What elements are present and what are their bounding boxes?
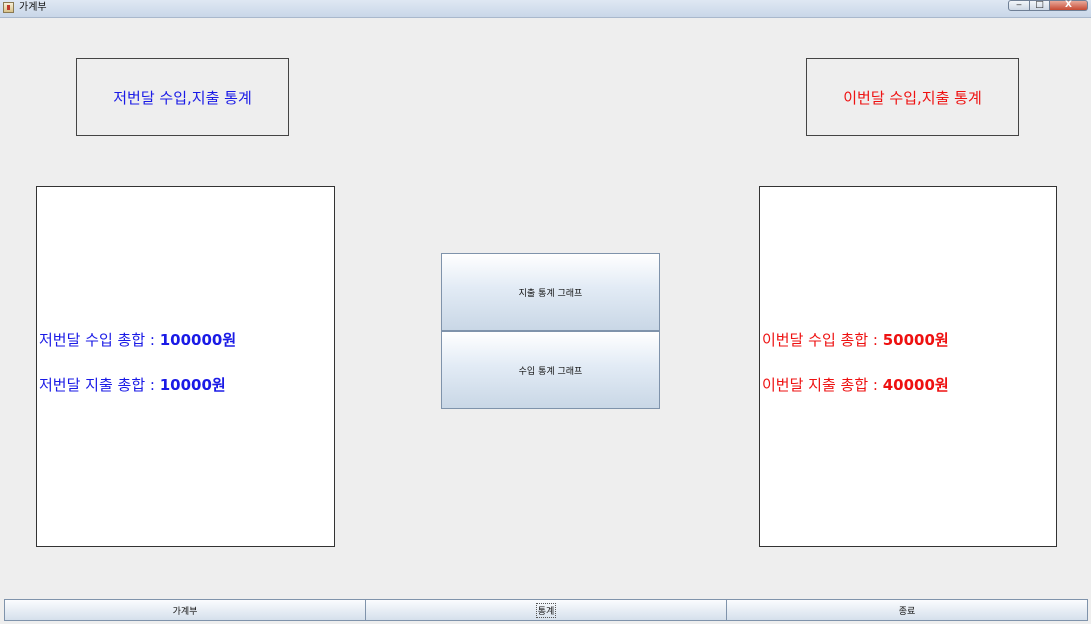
current-expense-value: 40000원: [882, 376, 949, 394]
app-icon: [3, 2, 14, 13]
tab-ledger-label: 가계부: [172, 606, 198, 617]
window-controls: ‒ □ X: [1008, 0, 1088, 12]
tab-statistics[interactable]: 통계: [366, 599, 727, 621]
current-income-line: 이번달 수입 총합 : 50000원: [762, 329, 949, 350]
close-button[interactable]: X: [1050, 0, 1088, 11]
window-title: 가계부: [19, 2, 47, 13]
previous-income-label: 저번달 수입 총합 :: [39, 331, 160, 349]
tab-exit[interactable]: 종료: [727, 599, 1088, 621]
previous-month-header: 저번달 수입,지출 통계: [76, 58, 289, 136]
tab-ledger[interactable]: 가계부: [4, 599, 366, 621]
title-bar[interactable]: 가계부 ‒ □ X: [0, 0, 1091, 18]
current-month-header: 이번달 수입,지출 통계: [806, 58, 1019, 136]
bottom-tab-bar: 가계부 통계 종료: [4, 599, 1088, 621]
tab-exit-label: 종료: [898, 606, 916, 617]
previous-expense-label: 저번달 지출 총합 :: [39, 376, 160, 394]
minimize-button[interactable]: ‒: [1008, 0, 1030, 11]
current-expense-line: 이번달 지출 총합 : 40000원: [762, 374, 949, 395]
current-income-label: 이번달 수입 총합 :: [762, 331, 883, 349]
current-expense-label: 이번달 지출 총합 :: [762, 376, 883, 394]
previous-month-panel: 저번달 수입 총합 : 100000원 저번달 지출 총합 : 10000원: [36, 186, 335, 547]
current-income-value: 50000원: [882, 331, 949, 349]
maximize-button[interactable]: □: [1030, 0, 1050, 11]
previous-income-value: 100000원: [159, 331, 237, 349]
current-month-panel: 이번달 수입 총합 : 50000원 이번달 지출 총합 : 40000원: [759, 186, 1057, 547]
expense-graph-button[interactable]: 지출 통계 그래프: [441, 253, 660, 331]
tab-statistics-label: 통계: [535, 602, 557, 618]
previous-income-line: 저번달 수입 총합 : 100000원: [39, 329, 236, 350]
income-graph-button[interactable]: 수입 통계 그래프: [441, 331, 660, 409]
previous-expense-value: 10000원: [159, 376, 226, 394]
previous-expense-line: 저번달 지출 총합 : 10000원: [39, 374, 226, 395]
